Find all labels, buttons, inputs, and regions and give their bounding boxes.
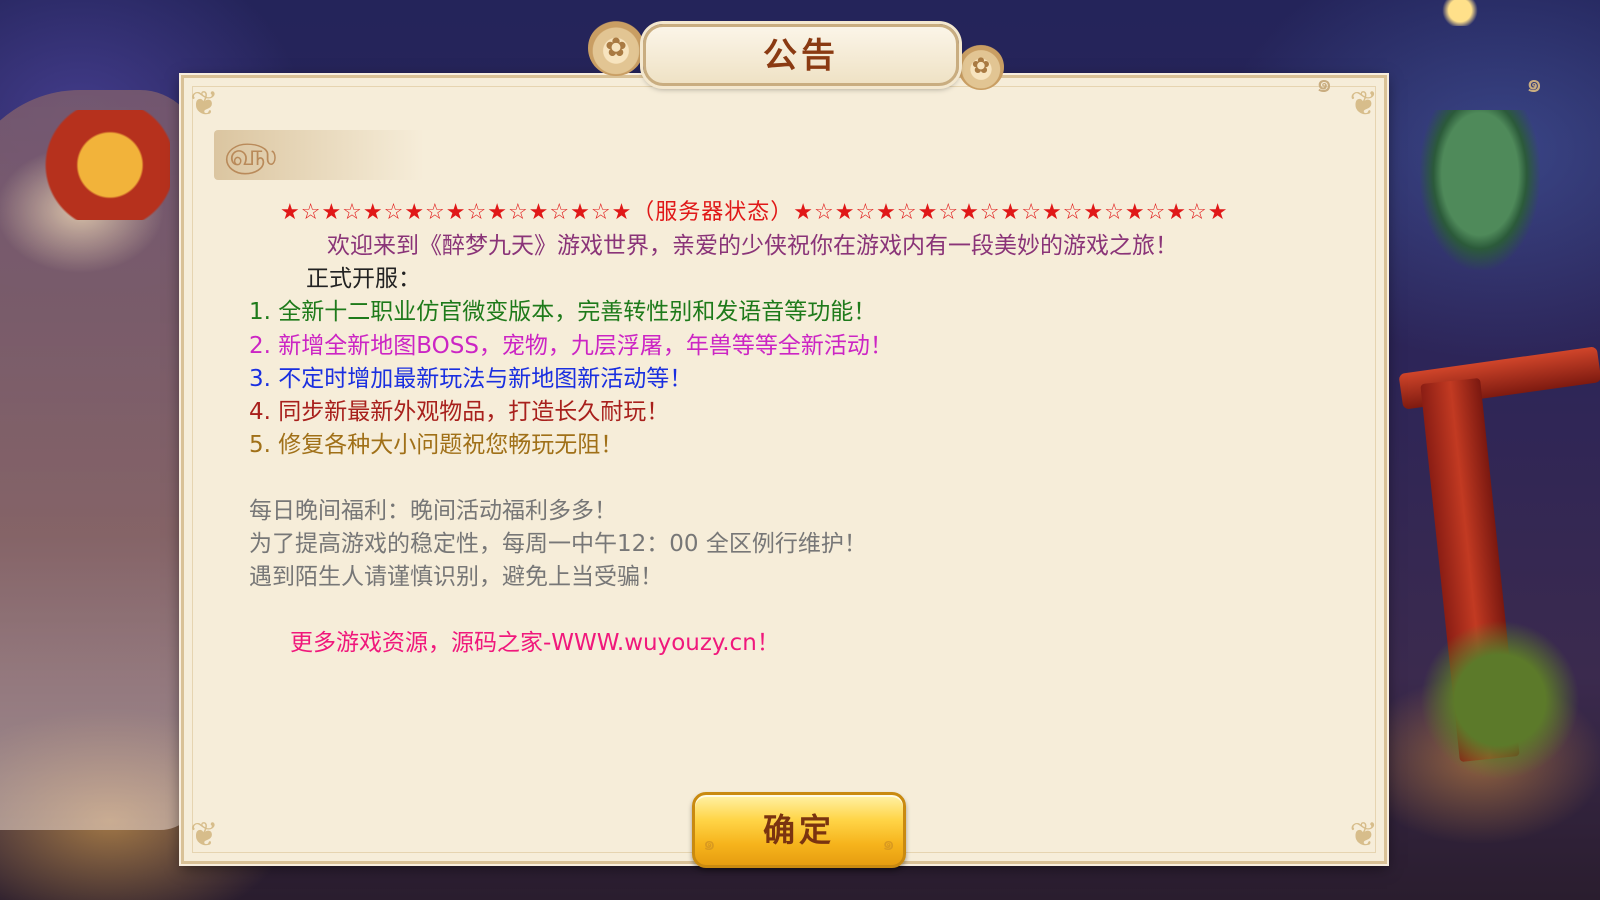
- background-character-headdress: [20, 110, 170, 220]
- lotus-ornament-icon: ✿: [958, 44, 1004, 90]
- background-parrot-character: [1420, 110, 1540, 270]
- cloud-swirl-icon: ๑: [882, 831, 895, 855]
- confirm-button[interactable]: ๑ 确定 ๑: [692, 792, 906, 868]
- corner-ornament-icon: ❦: [1349, 815, 1379, 855]
- dialog-inner-border: [192, 86, 1376, 853]
- cloud-swirl-icon: ๑: [1316, 69, 1333, 99]
- corner-ornament-icon: ❦: [190, 815, 219, 855]
- dialog-title-plate: ๑ 公告 ๑: [643, 24, 1543, 99]
- cloud-swirl-icon: ๑: [703, 831, 716, 855]
- lotus-ornament-icon: ✿: [588, 20, 644, 76]
- confirm-button-label: 确定: [762, 811, 835, 849]
- background-tree: [1420, 620, 1580, 780]
- cloud-swirl-icon: ௵: [224, 138, 277, 173]
- moon-glow: [1440, 0, 1480, 26]
- announcement-dialog: ❦ ❦ ❦ ❦ ௵: [181, 75, 1387, 864]
- dialog-title: 公告: [763, 36, 839, 76]
- corner-ornament-icon: ❦: [190, 84, 219, 124]
- cloud-swirl-icon: ๑: [1526, 69, 1543, 99]
